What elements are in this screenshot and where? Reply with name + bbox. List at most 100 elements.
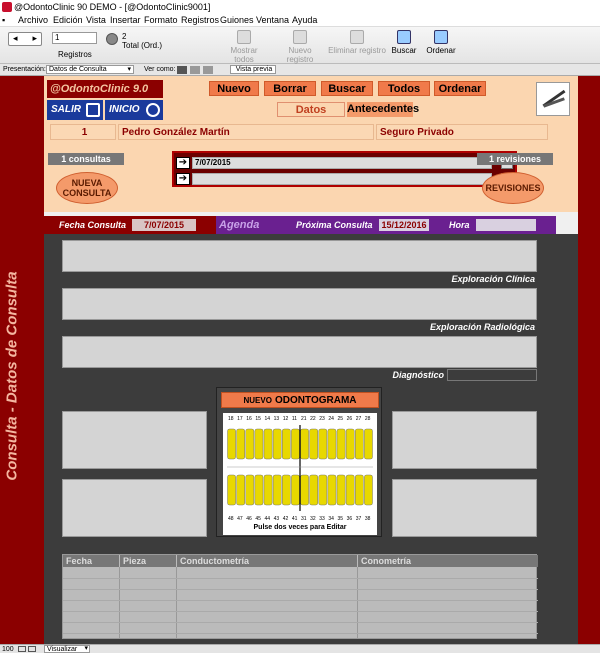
portal-row[interactable]: ➔ 7/07/2015 — [176, 157, 513, 169]
go-arrow-icon[interactable]: ➔ — [176, 157, 190, 169]
portal-row[interactable]: ➔ — [176, 173, 513, 185]
menu-ventana[interactable]: Ventana — [256, 14, 289, 27]
lower-tooth[interactable] — [345, 474, 355, 506]
search-header-button[interactable]: Buscar — [321, 81, 373, 96]
layout-select[interactable]: Datos de Consulta ▾ — [46, 65, 134, 74]
menu-guiones[interactable]: Guiones — [220, 14, 254, 27]
menu-archivo[interactable]: Archivo — [18, 14, 48, 27]
exploracion-clinica-field[interactable] — [62, 240, 537, 272]
lower-tooth[interactable] — [227, 474, 236, 506]
menu-ayuda[interactable]: Ayuda — [292, 14, 317, 27]
menu-vista[interactable]: Vista — [86, 14, 106, 27]
zoom-in-icon[interactable] — [28, 646, 36, 652]
upper-tooth[interactable] — [309, 428, 318, 460]
upper-tooth[interactable] — [364, 428, 373, 460]
upper-tooth[interactable] — [245, 428, 255, 460]
new-record-button[interactable]: Nuevo registro — [274, 30, 326, 64]
upper-tooth[interactable] — [318, 428, 328, 460]
upper-tooth[interactable] — [254, 428, 264, 460]
upper-tooth[interactable] — [236, 428, 245, 460]
new-consultation-button[interactable]: NUEVA CONSULTA — [56, 172, 118, 204]
tab-antecedentes[interactable]: Antecedentes — [347, 102, 419, 117]
upper-tooth[interactable] — [272, 428, 282, 460]
zoom-level[interactable]: 100 — [2, 645, 14, 653]
table-row[interactable] — [63, 578, 538, 579]
record-number-input[interactable]: 1 — [52, 32, 97, 44]
layout-label: Presentación: — [3, 66, 46, 73]
lower-tooth[interactable] — [263, 474, 273, 506]
lower-tooth[interactable] — [300, 474, 309, 506]
delete-button[interactable]: Borrar — [264, 81, 316, 96]
new-odontogram-button[interactable]: NUEVO ODONTOGRAMA — [221, 392, 379, 408]
mode-select[interactable]: Visualizar ▾ — [44, 645, 90, 653]
upper-tooth[interactable] — [291, 428, 300, 460]
preview-button[interactable]: Vista previa — [230, 65, 276, 74]
menu-insertar[interactable]: Insertar — [110, 14, 141, 27]
upper-tooth[interactable] — [300, 428, 309, 460]
patient-id[interactable]: 1 — [50, 124, 116, 140]
show-all-button[interactable]: Mostrar todos — [220, 30, 268, 64]
lower-tooth[interactable] — [282, 474, 291, 506]
record-nav-book[interactable]: ◂ ▸ — [8, 32, 42, 46]
go-arrow-icon[interactable]: ➔ — [176, 173, 190, 185]
diagnostico-field[interactable] — [62, 336, 537, 368]
home-button[interactable]: INICIO — [105, 100, 163, 120]
menu-app-icon[interactable]: ▪ — [2, 14, 5, 27]
lower-tooth[interactable] — [254, 474, 264, 506]
upper-tooth[interactable] — [327, 428, 337, 460]
sort-header-button[interactable]: Ordenar — [434, 81, 486, 96]
hora-field[interactable] — [476, 219, 536, 231]
next-record-icon[interactable]: ▸ — [32, 33, 37, 44]
upper-tooth[interactable] — [345, 428, 355, 460]
diagnostico-short-field[interactable] — [447, 369, 537, 381]
menu-formato[interactable]: Formato — [144, 14, 178, 27]
note-box-top-left[interactable] — [62, 411, 207, 469]
revisions-button[interactable]: REVISIONES — [482, 172, 544, 204]
note-box-bottom-left[interactable] — [62, 479, 207, 537]
menu-edicion[interactable]: Edición — [53, 14, 83, 27]
exit-button[interactable]: SALIR — [47, 100, 103, 120]
note-box-bottom-right[interactable] — [392, 479, 537, 537]
odontogram-image[interactable]: 18 17 16 15 14 13 12 11 21 22 23 24 25 26 27 28 48 47 46 4… — [223, 413, 377, 535]
lower-tooth[interactable] — [291, 474, 300, 506]
patient-insurance[interactable]: Seguro Privado — [376, 124, 548, 140]
all-button[interactable]: Todos — [378, 81, 430, 96]
upper-tooth[interactable] — [263, 428, 273, 460]
record-slider-icon[interactable] — [106, 33, 118, 45]
fecha-field[interactable]: 7/07/2015 — [132, 219, 196, 231]
table-row[interactable] — [63, 589, 538, 590]
table-row[interactable] — [63, 600, 538, 601]
lower-tooth[interactable] — [236, 474, 245, 506]
lower-tooth[interactable] — [245, 474, 255, 506]
lower-tooth[interactable] — [309, 474, 318, 506]
prev-record-icon[interactable]: ◂ — [13, 33, 18, 44]
upper-tooth[interactable] — [336, 428, 346, 460]
note-box-top-right[interactable] — [392, 411, 537, 469]
table-row[interactable] — [63, 622, 538, 623]
upper-tooth[interactable] — [282, 428, 291, 460]
zoom-out-icon[interactable] — [18, 646, 26, 652]
sort-button[interactable]: Ordenar — [424, 30, 458, 55]
delete-record-button[interactable]: Eliminar registro — [328, 30, 386, 55]
patient-name[interactable]: Pedro González Martín — [118, 124, 374, 140]
search-button[interactable]: Buscar — [390, 30, 418, 55]
new-button[interactable]: Nuevo — [209, 81, 259, 96]
tab-datos[interactable]: Datos — [277, 102, 345, 117]
table-row[interactable] — [63, 633, 538, 634]
lower-tooth[interactable] — [336, 474, 346, 506]
view-table-icon[interactable] — [203, 66, 213, 74]
lower-tooth[interactable] — [272, 474, 282, 506]
lower-tooth[interactable] — [327, 474, 337, 506]
view-form-icon[interactable] — [177, 66, 187, 74]
lower-tooth[interactable] — [318, 474, 328, 506]
upper-tooth[interactable] — [355, 428, 364, 460]
menu-registros[interactable]: Registros — [181, 14, 219, 27]
table-row[interactable] — [63, 611, 538, 612]
agenda-link[interactable]: Agenda — [219, 216, 259, 234]
proxima-field[interactable]: 15/12/2016 — [379, 219, 429, 231]
lower-tooth[interactable] — [355, 474, 364, 506]
view-list-icon[interactable] — [190, 66, 200, 74]
lower-tooth[interactable] — [364, 474, 373, 506]
upper-tooth[interactable] — [227, 428, 236, 460]
exploracion-radiologica-field[interactable] — [62, 288, 537, 320]
